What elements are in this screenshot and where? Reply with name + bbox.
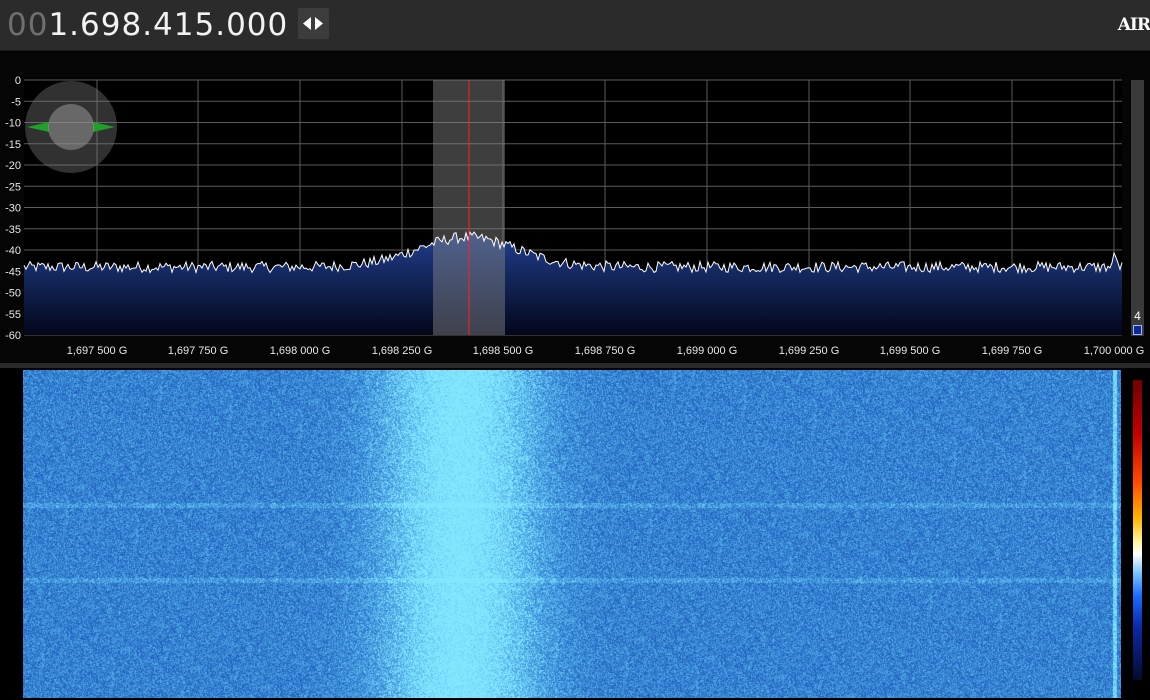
x-tick-label: 1,699 750 G xyxy=(982,345,1043,357)
side-slider-label: 4 xyxy=(1134,309,1141,323)
frequency-toolbar: 001.698.415.000 AIR xyxy=(0,0,1150,51)
spectrum-plot[interactable]: 0 -5 -10 -15 -20 -25 -30 -35 -40 -45 -50 -55 -60 1,6… xyxy=(0,51,1150,363)
side-slider-thumb[interactable] xyxy=(1133,325,1142,335)
brand-logo-text: AIR xyxy=(1117,15,1150,35)
frequency-step-button[interactable] xyxy=(298,8,329,39)
waterfall-display[interactable] xyxy=(23,370,1121,698)
left-right-arrows-icon xyxy=(303,17,323,30)
y-tick-label: 0 xyxy=(15,75,21,87)
y-tick-label: -10 xyxy=(5,118,21,130)
y-tick-label: -20 xyxy=(5,160,21,172)
x-tick-label: 1,698 250 G xyxy=(372,345,433,357)
y-tick-label: -45 xyxy=(5,266,21,278)
y-tick-label: -50 xyxy=(5,288,21,300)
y-tick-label: -35 xyxy=(5,224,21,236)
frequency-leading-digits[interactable]: 00 xyxy=(7,7,48,43)
x-tick-label: 1,699 000 G xyxy=(677,345,738,357)
y-tick-label: -15 xyxy=(5,139,21,151)
x-axis-ticks: 1,697 500 G 1,697 750 G 1,698 000 G 1,698 2… xyxy=(67,345,1145,357)
x-tick-label: 1,699 250 G xyxy=(779,345,840,357)
x-tick-label: 1,698 750 G xyxy=(575,345,636,357)
y-tick-label: -60 xyxy=(5,330,21,342)
x-tick-label: 1,699 500 G xyxy=(880,345,941,357)
y-tick-label: -55 xyxy=(5,309,21,321)
spectrum-panel[interactable]: 0 -5 -10 -15 -20 -25 -30 -35 -40 -45 -50 -55 -60 1,6… xyxy=(0,51,1150,363)
frequency-display[interactable]: 001.698.415.000 xyxy=(7,3,288,47)
waterfall-panel[interactable] xyxy=(0,368,1150,700)
zoom-knob[interactable] xyxy=(25,81,117,173)
y-tick-label: -40 xyxy=(5,245,21,257)
frequency-value[interactable]: 1.698.415.000 xyxy=(48,7,288,43)
y-tick-label: -30 xyxy=(5,203,21,215)
x-tick-label: 1,700 000 G xyxy=(1084,345,1145,357)
knob-center[interactable] xyxy=(48,104,94,150)
y-tick-label: -5 xyxy=(11,96,21,108)
x-tick-label: 1,697 500 G xyxy=(67,345,128,357)
x-tick-label: 1,698 000 G xyxy=(270,345,331,357)
x-tick-label: 1,697 750 G xyxy=(168,345,229,357)
y-tick-label: -25 xyxy=(5,181,21,193)
y-axis-ticks: 0 -5 -10 -15 -20 -25 -30 -35 -40 -45 -50 -55 -60 xyxy=(5,75,21,342)
side-gain-slider[interactable] xyxy=(1131,80,1144,336)
x-tick-label: 1,698 500 G xyxy=(473,345,534,357)
waterfall-color-scale xyxy=(1133,380,1142,680)
